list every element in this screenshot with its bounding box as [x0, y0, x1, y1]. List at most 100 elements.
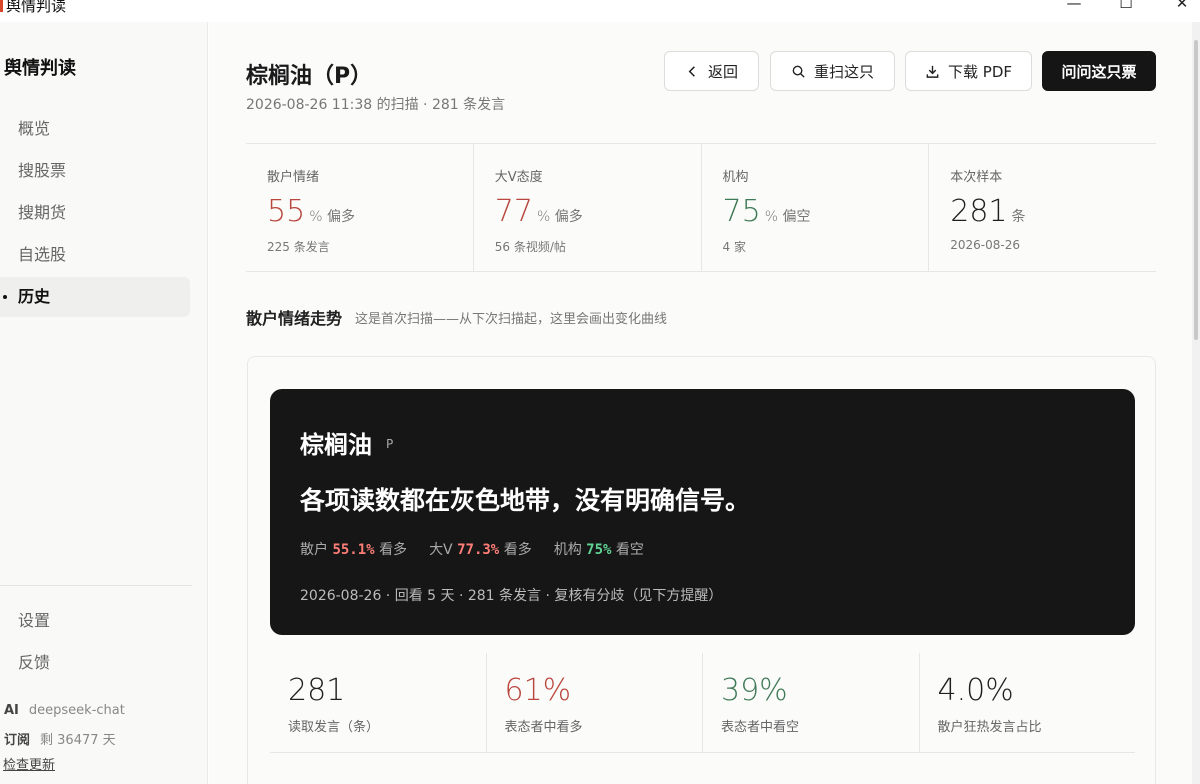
verdict-panel: 棕榈油 P 各项读数都在灰色地带，没有明确信号。 散户 55.1% 看多 大V …: [270, 389, 1135, 635]
active-dot-icon: [3, 295, 7, 299]
ask-button-label: 问问这只票: [1061, 62, 1137, 81]
reading-label: 大V: [429, 542, 453, 558]
stat-institution: 机构 75% 偏空 4 家: [702, 144, 930, 271]
commodity-name: 棕榈油: [300, 431, 372, 459]
stat-retail-sentiment: 散户情绪 55% 偏多 225 条发言: [246, 144, 474, 271]
stat-note: 4 家: [722, 240, 746, 254]
kpi-caption: 表态者中看空: [721, 720, 800, 735]
commodity-code: P: [386, 437, 394, 451]
verdict-footer: 2026-08-26 · 回看 5 天 · 281 条发言 · 复核有分歧（见下…: [300, 588, 723, 604]
kpi-caption: 表态者中看多: [504, 720, 583, 735]
stat-value: 281 条: [950, 194, 1025, 235]
page-subtitle: 2026-08-26 11:38 的扫描 · 281 条发言: [246, 97, 506, 113]
rescan-button[interactable]: 重扫这只: [770, 51, 895, 91]
reading-label: 机构: [553, 542, 582, 558]
sidebar-item-label: 概览: [18, 119, 51, 138]
reading-value: 75%: [586, 542, 612, 558]
sidebar-item-label: 搜期货: [18, 203, 67, 222]
sidebar: 舆情判读 概览 搜股票 搜期货 自选股 历史 设置 反馈 AI deepseek-…: [0, 22, 208, 784]
reading-tail: 看多: [379, 542, 408, 558]
kpi-value: 281: [288, 673, 346, 708]
trend-section-note: 这是首次扫描——从下次扫描起，这里会画出变化曲线: [355, 312, 668, 327]
kpi-value: 39%: [721, 673, 788, 708]
kpi-value: 61%: [504, 673, 572, 708]
stat-note: 225 条发言: [267, 240, 330, 254]
page-title: 棕榈油（P）: [246, 64, 373, 89]
reading-label: 散户: [300, 542, 328, 558]
sidebar-item-label: 设置: [18, 611, 51, 630]
sidebar-item-settings[interactable]: 设置: [0, 601, 190, 641]
brand-title: 舆情判读: [4, 58, 76, 79]
stat-note: 56 条视频/帖: [494, 240, 566, 254]
subscription-row: 订阅剩 36477 天: [4, 729, 116, 748]
search-icon: [792, 65, 805, 78]
main-content: 棕榈油（P） 2026-08-26 11:38 的扫描 · 281 条发言 返回…: [209, 22, 1200, 784]
stats-strip: 散户情绪 55% 偏多 225 条发言 大V态度 77% 偏多 56 条视频/帖…: [246, 143, 1156, 272]
stat-number: 77: [494, 194, 533, 229]
maximize-icon[interactable]: ☐: [1106, 0, 1146, 14]
sidebar-item-overview[interactable]: 概览: [0, 109, 190, 149]
download-pdf-button[interactable]: 下载 PDF: [905, 51, 1032, 91]
minimize-icon[interactable]: —: [1054, 0, 1094, 14]
readings-row: 散户 55.1% 看多 大V 77.3% 看多 机构 75% 看空: [300, 539, 644, 559]
ask-button[interactable]: 问问这只票: [1042, 51, 1156, 91]
sidebar-item-feedback[interactable]: 反馈: [0, 643, 190, 683]
download-pdf-label: 下载 PDF: [948, 62, 1012, 81]
stat-unit: % 偏多: [309, 209, 355, 225]
kpi-frenzy-share: 4.0% 散户狂热发言占比: [920, 653, 1136, 752]
stat-sample-size: 本次样本 281 条 2026-08-26: [929, 144, 1156, 271]
back-button[interactable]: 返回: [664, 51, 759, 91]
stat-label: 散户情绪: [267, 170, 320, 185]
stat-value: 77% 偏多: [495, 194, 583, 235]
verdict-headline: 各项读数都在灰色地带，没有明确信号。: [300, 486, 751, 515]
kpi-value: 4.0%: [937, 673, 1014, 708]
scrollbar-thumb[interactable]: [1194, 40, 1198, 340]
check-update-link[interactable]: 检查更新: [3, 754, 55, 773]
sidebar-item-search-futures[interactable]: 搜期货: [0, 193, 190, 233]
sidebar-item-label: 反馈: [18, 653, 51, 672]
reading-value: 77.3%: [457, 542, 500, 558]
sidebar-divider: [0, 585, 192, 586]
stat-label: 本次样本: [950, 170, 1003, 185]
close-icon[interactable]: ✕: [1162, 0, 1200, 14]
kpi-bullish-share: 61% 表态者中看多: [487, 653, 703, 752]
kpi-caption: 读取发言（条）: [288, 720, 380, 735]
stat-number: 281: [950, 194, 1008, 229]
reading-tail: 看空: [615, 542, 644, 558]
reading-retail: 散户 55.1% 看多: [300, 539, 407, 559]
kpi-caption: 散户狂热发言占比: [937, 720, 1042, 735]
sidebar-item-watchlist[interactable]: 自选股: [0, 235, 190, 275]
subscription-value: 剩 36477 天: [40, 733, 116, 748]
sidebar-item-label: 搜股票: [18, 161, 67, 180]
subscription-key: 订阅: [4, 733, 31, 748]
ai-model-key: AI: [4, 703, 19, 718]
stat-label: 机构: [722, 170, 749, 185]
back-button-label: 返回: [707, 62, 738, 81]
app-icon: [0, 0, 3, 12]
rescan-button-label: 重扫这只: [813, 62, 874, 81]
sidebar-item-history[interactable]: 历史: [0, 277, 190, 317]
stat-value: 55% 偏多: [267, 194, 355, 235]
sidebar-item-label: 自选股: [18, 245, 67, 264]
stat-note: 2026-08-26: [950, 238, 1020, 252]
summary-card: 棕榈油 P 各项读数都在灰色地带，没有明确信号。 散户 55.1% 看多 大V …: [247, 356, 1156, 784]
kpi-row: 281 读取发言（条） 61% 表态者中看多 39% 表态者中看空 4.0% 散…: [270, 653, 1135, 753]
stat-unit: % 偏空: [764, 209, 811, 225]
reading-tail: 看多: [503, 542, 532, 558]
stat-number: 75: [722, 194, 761, 229]
stat-unit: 条: [1011, 209, 1026, 225]
kpi-bearish-share: 39% 表态者中看空: [703, 653, 920, 752]
stat-unit: % 偏多: [536, 209, 583, 225]
download-icon: [926, 65, 939, 78]
reading-value: 55.1%: [332, 542, 375, 558]
stat-label: 大V态度: [494, 170, 543, 185]
ai-model-row: AI deepseek-chat: [4, 703, 125, 718]
stat-number: 55: [267, 194, 306, 229]
title-bar: 舆情判读 — ☐ ✕: [0, 0, 1200, 22]
stat-value: 75% 偏空: [723, 194, 811, 235]
ai-model-value: deepseek-chat: [28, 703, 125, 718]
sidebar-item-search-stock[interactable]: 搜股票: [0, 151, 190, 191]
chevron-left-icon: [688, 65, 695, 77]
trend-section-title: 散户情绪走势: [246, 309, 343, 328]
kpi-posts-read: 281 读取发言（条）: [270, 653, 487, 752]
